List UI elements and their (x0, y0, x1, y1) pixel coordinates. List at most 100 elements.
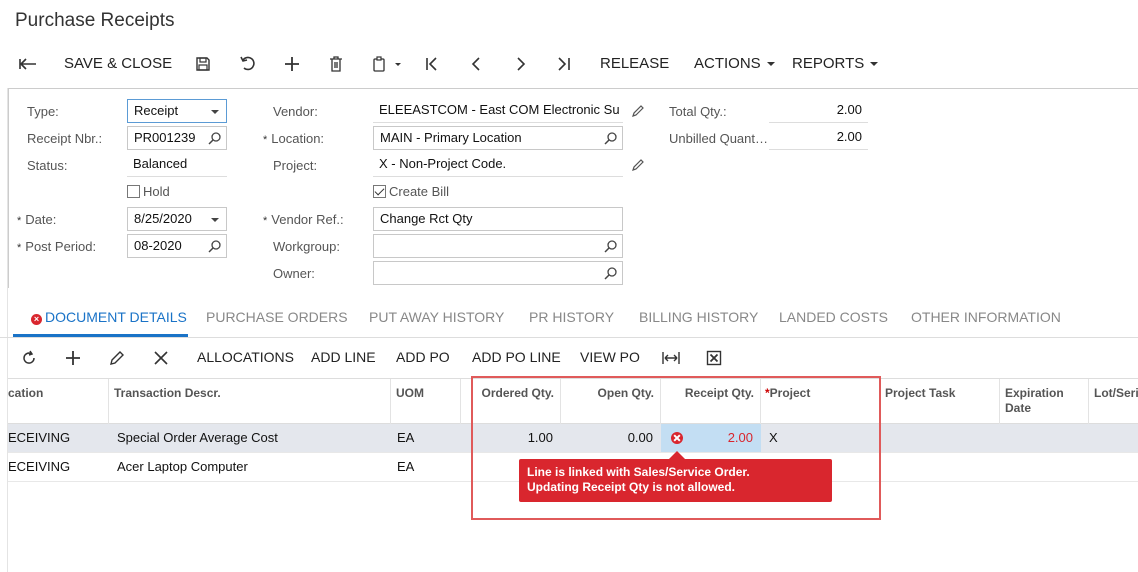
receipt-nbr-field[interactable]: PR001239 (127, 126, 227, 150)
edit-vendor-pencil-icon[interactable] (631, 104, 645, 118)
delete-icon[interactable] (328, 50, 344, 78)
vendor-label: Vendor: (273, 104, 318, 119)
col-descr-header[interactable]: Transaction Descr. (109, 379, 391, 424)
search-icon[interactable] (208, 239, 222, 253)
edit-row-pencil-icon[interactable] (109, 342, 125, 372)
refresh-icon[interactable] (21, 342, 37, 372)
search-icon[interactable] (208, 131, 222, 145)
fit-columns-icon[interactable] (662, 342, 680, 372)
undo-icon[interactable] (239, 50, 257, 78)
error-message-line1: Line is linked with Sales/Service Order. (527, 465, 750, 479)
required-mark: * (263, 134, 268, 146)
first-record-icon[interactable] (424, 50, 440, 78)
next-record-icon[interactable] (513, 50, 529, 78)
main-toolbar: SAVE & CLOSE RELEASE ACTIONS REPORTS (0, 50, 1138, 78)
required-mark: * (263, 215, 268, 227)
post-period-label-text: Post Period: (25, 239, 97, 254)
add-row-icon[interactable] (65, 342, 81, 372)
date-value: 8/25/2020 (134, 211, 192, 226)
date-field[interactable]: 8/25/2020 (127, 207, 227, 231)
save-close-button[interactable]: SAVE & CLOSE (64, 50, 172, 78)
add-po-line-button[interactable]: ADD PO LINE (472, 342, 561, 372)
search-icon[interactable] (604, 239, 618, 253)
type-label: Type: (27, 104, 59, 119)
receipt-nbr-value: PR001239 (134, 130, 196, 145)
vendor-field[interactable]: ELEEASTCOM - East COM Electronic Su (373, 99, 623, 123)
col-uom-header[interactable]: UOM (391, 379, 461, 424)
previous-record-icon[interactable] (469, 50, 485, 78)
add-icon[interactable] (284, 50, 300, 78)
location-label: * Location: (263, 129, 324, 150)
excel-export-icon[interactable] (706, 342, 722, 372)
last-record-icon[interactable] (556, 50, 572, 78)
type-select[interactable]: Receipt (127, 99, 227, 123)
back-arrow-icon[interactable] (18, 50, 38, 78)
vendor-ref-label-text: Vendor Ref.: (271, 212, 344, 227)
post-period-label: * Post Period: (17, 237, 96, 258)
workgroup-field[interactable] (373, 234, 623, 258)
reports-menu[interactable]: REPORTS (792, 50, 879, 78)
location-label-text: Location: (271, 131, 325, 146)
receipt-nbr-label: Receipt Nbr.: (27, 131, 103, 146)
post-period-field[interactable]: 08-2020 (127, 234, 227, 258)
create-bill-checkbox[interactable] (373, 185, 386, 198)
view-po-button[interactable]: VIEW PO (580, 342, 640, 372)
search-icon[interactable] (604, 131, 618, 145)
tab-document-details-label: DOCUMENT DETAILS (45, 309, 187, 325)
tab-pr-history[interactable]: PR HISTORY (529, 309, 614, 325)
add-po-button[interactable]: ADD PO (396, 342, 450, 372)
chevron-down-icon (211, 110, 219, 114)
date-label: * Date: (17, 210, 56, 231)
total-qty-label: Total Qty.: (669, 104, 727, 119)
tab-purchase-orders[interactable]: PURCHASE ORDERS (206, 309, 348, 325)
page-title: Purchase Receipts (15, 10, 175, 31)
workgroup-label: Workgroup: (273, 239, 340, 254)
status-label: Status: (27, 158, 68, 173)
vendor-ref-field[interactable]: Change Rct Qty (373, 207, 623, 231)
grid-toolbar: ALLOCATIONS ADD LINE ADD PO ADD PO LINE … (0, 342, 1138, 372)
tab-billing-history[interactable]: BILLING HISTORY (639, 309, 758, 325)
tab-landed-costs[interactable]: LANDED COSTS (779, 309, 888, 325)
col-location-header[interactable]: cation (8, 379, 109, 424)
error-icon: × (31, 314, 42, 325)
chevron-down-icon[interactable] (211, 218, 219, 222)
edit-project-pencil-icon[interactable] (631, 158, 645, 172)
active-tab-indicator (13, 334, 188, 337)
cell-descr[interactable]: Special Order Average Cost (117, 424, 391, 452)
create-bill-label: Create Bill (389, 184, 449, 199)
cell-uom[interactable]: EA (397, 424, 461, 452)
cell-location[interactable]: ECEIVING (8, 453, 109, 481)
chevron-down-icon (870, 62, 879, 67)
tab-document-details[interactable]: × DOCUMENT DETAILS (31, 309, 187, 325)
tab-other-information[interactable]: OTHER INFORMATION (911, 309, 1061, 325)
type-select-value: Receipt (134, 103, 179, 118)
hold-checkbox[interactable] (127, 185, 140, 198)
allocations-button[interactable]: ALLOCATIONS (197, 342, 294, 372)
project-label: Project: (273, 158, 318, 173)
col-expiration-date-header[interactable]: Expiration Date (1000, 379, 1089, 424)
owner-field[interactable] (373, 261, 623, 285)
post-period-value: 08-2020 (134, 238, 182, 253)
location-value: MAIN - Primary Location (380, 130, 522, 145)
status-value: Balanced (127, 153, 227, 177)
cell-descr[interactable]: Acer Laptop Computer (117, 453, 391, 481)
copy-paste-icon[interactable] (372, 50, 402, 78)
save-icon[interactable] (195, 50, 211, 78)
col-project-task-header[interactable]: Project Task (880, 379, 1000, 424)
required-mark: * (17, 215, 22, 227)
cell-location[interactable]: ECEIVING (8, 424, 109, 452)
search-icon[interactable] (604, 266, 618, 280)
add-line-button[interactable]: ADD LINE (311, 342, 376, 372)
actions-menu[interactable]: ACTIONS (694, 50, 775, 78)
date-label-text: Date: (25, 212, 57, 227)
project-field[interactable]: X - Non-Project Code. (373, 153, 623, 177)
col-lot-serial-header[interactable]: Lot/Seri (1089, 379, 1138, 424)
tab-put-away-history[interactable]: PUT AWAY HISTORY (369, 309, 504, 325)
tab-bar: × DOCUMENT DETAILS PURCHASE ORDERS PUT AW… (0, 300, 1138, 338)
release-button[interactable]: RELEASE (600, 50, 669, 78)
cell-uom[interactable]: EA (397, 453, 461, 481)
hold-label: Hold (143, 184, 170, 199)
chevron-down-icon (766, 62, 775, 67)
delete-row-close-icon[interactable] (153, 342, 169, 372)
location-field[interactable]: MAIN - Primary Location (373, 126, 623, 150)
